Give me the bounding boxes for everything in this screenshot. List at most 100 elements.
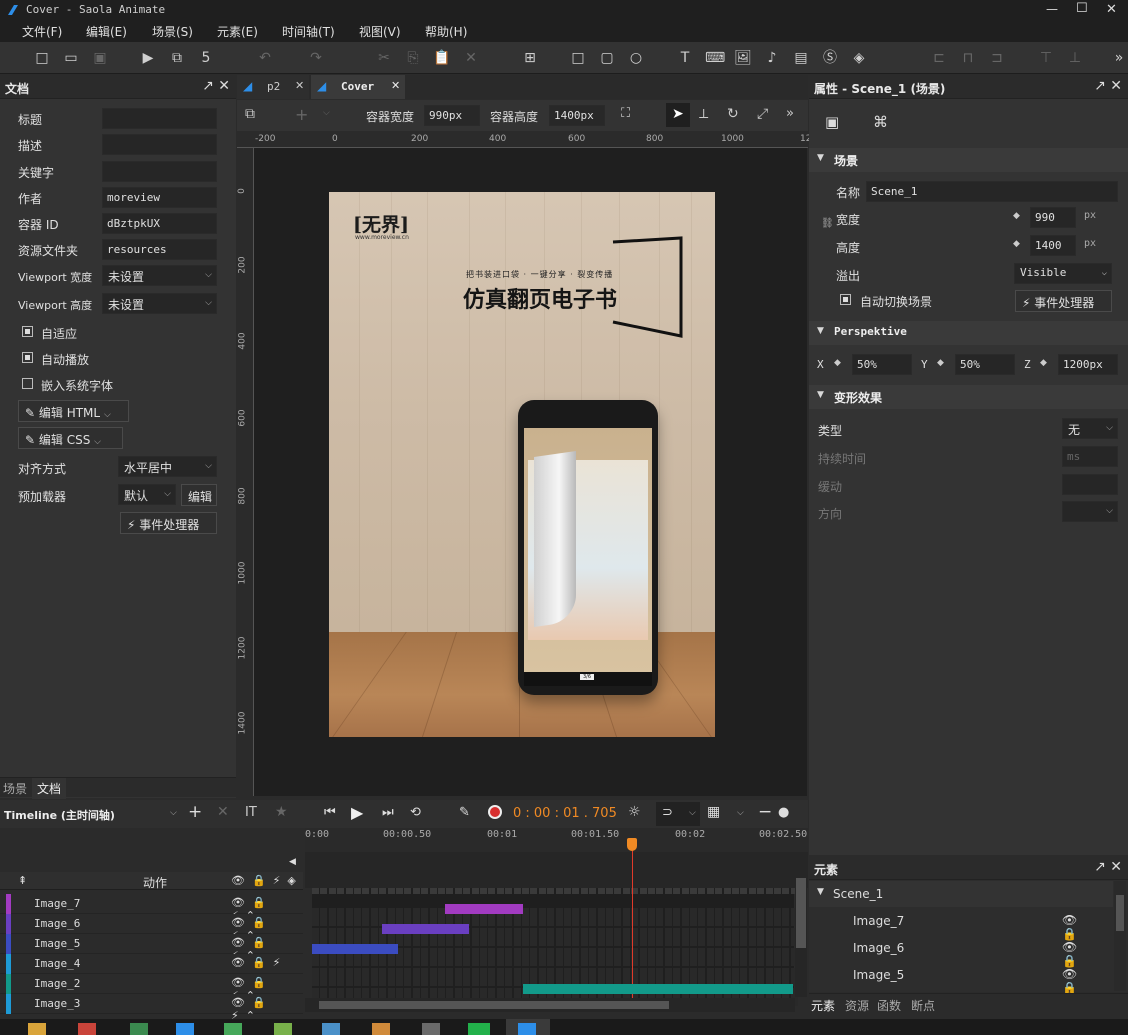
auto-switch-checkbox[interactable] xyxy=(840,294,851,305)
layer-toggle-icons[interactable]: 👁🔒⚡ xyxy=(231,956,287,969)
favorite-star-icon[interactable]: ★ xyxy=(275,804,288,820)
taskbar-app-icon[interactable] xyxy=(274,1023,292,1035)
element-row[interactable]: Image_7 👁🔒 xyxy=(810,908,1112,941)
scene-width-field[interactable]: 990 xyxy=(1030,207,1076,228)
panel-undock-close-icon[interactable]: ↗ ✕ xyxy=(202,78,230,94)
zoom-slider-icon[interactable]: ● xyxy=(778,805,789,820)
timeline-layer-row[interactable]: Image_7 👁🔒⚡⌃ xyxy=(0,894,303,922)
direction-select[interactable]: ⌵ xyxy=(1062,501,1118,522)
animation-bar-image-5[interactable] xyxy=(312,944,398,954)
menu-element[interactable]: 元素(E) xyxy=(217,23,258,40)
record-icon[interactable] xyxy=(488,805,502,819)
rounded-rect-tool-icon[interactable]: ▢ xyxy=(598,49,616,67)
play-icon[interactable]: ▶ xyxy=(351,803,363,822)
menu-scene[interactable]: 场景(S) xyxy=(152,23,193,40)
align-top-icon[interactable]: ⊤ xyxy=(1037,49,1055,67)
add-timeline-icon[interactable]: + xyxy=(188,802,202,822)
add-element-icon[interactable]: ⊞ xyxy=(521,49,539,67)
animation-bar-image-6[interactable] xyxy=(382,924,469,934)
zoom-out-icon[interactable]: − xyxy=(758,802,772,822)
edit-html-button[interactable]: ✎ 编辑 HTML ⌵ xyxy=(18,400,129,422)
autoplay-checkbox[interactable] xyxy=(22,352,33,363)
save-icon[interactable]: ▣ xyxy=(91,49,109,67)
doc-event-handler-button[interactable]: ⚡ 事件处理器 xyxy=(120,512,217,534)
collapse-left-icon[interactable]: ◀ xyxy=(289,857,296,867)
panel-undock-close-icon[interactable]: ↗ ✕ xyxy=(1094,78,1122,94)
close-window-button[interactable]: ✕ xyxy=(1106,2,1117,17)
menu-view[interactable]: 视图(V) xyxy=(359,23,401,40)
cut-icon[interactable]: ✂ xyxy=(375,49,393,67)
taskbar-app-icon[interactable] xyxy=(322,1023,340,1035)
taskbar-app-icon[interactable] xyxy=(372,1023,390,1035)
transform-tool-icon[interactable]: ⟂ xyxy=(699,106,708,122)
menu-help[interactable]: 帮助(H) xyxy=(425,23,467,40)
embed-fonts-checkbox[interactable] xyxy=(22,378,33,389)
title-field[interactable] xyxy=(102,108,217,129)
resize-tool-icon[interactable]: ⤢ xyxy=(757,106,768,122)
container-width-field[interactable]: 990px xyxy=(424,105,480,126)
viewport-width-select[interactable]: 未设置 ⌵ xyxy=(102,265,217,286)
scene-section-header[interactable]: ▼ 场景 xyxy=(809,148,1128,172)
edit-css-button[interactable]: ✎ 编辑 CSS ⌵ xyxy=(18,427,123,449)
timeline-layer-row[interactable]: Image_4 👁🔒⚡ xyxy=(0,954,303,974)
undo-icon[interactable]: ↶ xyxy=(256,49,274,67)
tab-resources[interactable]: 资源 xyxy=(845,997,869,1014)
ellipse-tool-icon[interactable]: ○ xyxy=(627,49,645,67)
taskbar-app-icon[interactable] xyxy=(28,1023,46,1035)
width-unit-label[interactable]: px xyxy=(1084,210,1096,221)
taskbar-app-icon[interactable] xyxy=(176,1023,194,1035)
align-center-icon[interactable]: ⊓ xyxy=(959,49,977,67)
paste-icon[interactable]: 📋 xyxy=(433,49,451,67)
scene-props-tab-icon[interactable]: ▣ xyxy=(825,113,839,131)
alignment-select[interactable]: 水平居中 ⌵ xyxy=(118,456,217,477)
magnet-icon[interactable]: ⊃ xyxy=(662,805,673,820)
timeline-layer-row[interactable]: Image_5 👁🔒⚡⌃ xyxy=(0,934,303,962)
tab-scene[interactable]: 场景 xyxy=(3,780,27,797)
scene-actions-tab-icon[interactable]: ⌘ xyxy=(873,113,888,131)
select-tool-button[interactable]: ➤ xyxy=(666,103,690,127)
duration-field[interactable]: ms xyxy=(1062,446,1118,467)
chevron-down-icon[interactable]: ⌵ xyxy=(689,808,696,818)
rename-timeline-icon[interactable]: IT xyxy=(245,805,257,820)
edit-keyframe-icon[interactable]: ✎ xyxy=(459,805,470,820)
playhead-handle[interactable] xyxy=(627,838,637,851)
chevron-down-icon[interactable]: ⌵ xyxy=(323,108,330,118)
canvas-more-icon[interactable]: » xyxy=(786,106,794,121)
perspective-z-field[interactable]: 1200px xyxy=(1058,354,1118,375)
close-icon[interactable]: ✕ xyxy=(391,79,400,92)
menu-file[interactable]: 文件(F) xyxy=(22,23,62,40)
elements-scene-row[interactable]: ▼ Scene_1 xyxy=(809,881,1113,907)
easing-field[interactable] xyxy=(1062,474,1118,495)
text-tool-icon[interactable]: T xyxy=(676,49,694,67)
description-field[interactable] xyxy=(102,134,217,155)
keyframe-diamond-icon[interactable]: ◆ xyxy=(1040,358,1047,368)
visibility-lock-icon[interactable]: 👁🔒 xyxy=(1062,967,1112,995)
height-unit-label[interactable]: px xyxy=(1084,238,1096,249)
menu-timeline[interactable]: 时间轴(T) xyxy=(282,23,335,40)
keyframe-diamond-icon[interactable]: ◆ xyxy=(1013,211,1020,221)
delete-icon[interactable]: ✕ xyxy=(462,49,480,67)
open-folder-icon[interactable]: ▭ xyxy=(62,49,80,67)
tab-elements[interactable]: 元素 xyxy=(811,997,835,1014)
panel-undock-close-icon[interactable]: ↗ ✕ xyxy=(1094,859,1122,875)
animation-bar-image-2[interactable] xyxy=(523,984,793,994)
loop-icon[interactable]: ⟲ xyxy=(410,805,421,820)
toolbar-more-button[interactable]: » xyxy=(1110,49,1128,67)
chevron-down-icon[interactable]: ⌵ xyxy=(737,808,744,818)
perspective-x-field[interactable]: 50% xyxy=(852,354,912,375)
scene-event-handler-button[interactable]: ⚡ 事件处理器 xyxy=(1015,290,1112,312)
preloader-select[interactable]: 默认 ⌵ xyxy=(118,484,176,505)
element-row[interactable]: Image_6 👁🔒 xyxy=(810,935,1112,968)
taskbar-app-icon[interactable] xyxy=(78,1023,96,1035)
align-left-icon[interactable]: ⊏ xyxy=(930,49,948,67)
menu-edit[interactable]: 编辑(E) xyxy=(86,23,127,40)
timeline-layer-row[interactable]: Image_2 👁🔒⚡⌃ xyxy=(0,974,303,1002)
chevron-down-icon[interactable]: ⌵ xyxy=(170,808,177,818)
keyframe-diamond-icon[interactable]: ◆ xyxy=(834,358,841,368)
perspective-section-header[interactable]: ▼ Perspektive xyxy=(809,321,1128,345)
transform-type-select[interactable]: 无 ⌵ xyxy=(1062,418,1118,439)
rotate-tool-icon[interactable]: ↻ xyxy=(727,106,739,122)
video-tool-icon[interactable]: ▤ xyxy=(792,49,810,67)
author-field[interactable]: moreview xyxy=(102,187,217,208)
align-middle-icon[interactable]: ⊥ xyxy=(1066,49,1084,67)
